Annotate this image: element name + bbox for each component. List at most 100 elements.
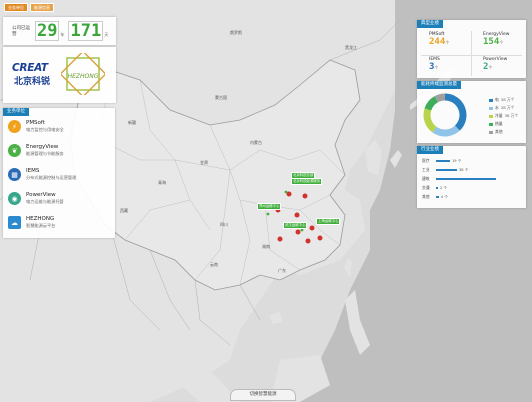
legend-value: 38 万个 bbox=[500, 97, 515, 102]
leaf-icon: ❦ bbox=[8, 144, 21, 157]
terminal-monitoring-panel: 能耗终端监测总量 电 38 万个 水 38 万个 冷量 38 万个 热量 其他 bbox=[417, 81, 526, 143]
days-value: 171 bbox=[68, 21, 104, 41]
map-region-label: 新疆 bbox=[128, 120, 136, 125]
map-region-label: 四川 bbox=[220, 222, 228, 227]
map-site-tag[interactable]: 武汉运维中心 bbox=[283, 222, 308, 229]
pie-panel-title: 能耗终端监测总量 bbox=[417, 81, 461, 89]
tab-business[interactable]: 业务单位 bbox=[4, 3, 28, 12]
divider bbox=[471, 31, 472, 76]
map-site-tag[interactable]: 郑州运维中心 bbox=[257, 203, 282, 210]
map-site-tag[interactable]: 北京科锐能源服务 bbox=[291, 178, 323, 185]
legend-row: 电 38 万个 bbox=[489, 97, 514, 103]
business-panel-title: 业务单位 bbox=[3, 108, 29, 116]
tab-energy-info[interactable]: 能源信息 bbox=[30, 3, 54, 12]
typical-cell-unit: 个 bbox=[445, 40, 450, 45]
legend-swatch bbox=[489, 130, 493, 134]
industry-bar bbox=[436, 196, 439, 198]
cloud-icon: ☁ bbox=[8, 216, 21, 229]
typical-cell-unit: 个 bbox=[499, 40, 504, 45]
industry-results-panel: 行业业绩 医疗 19 个工业 38 个建筑交通 2 个其他 4 个 bbox=[417, 146, 526, 208]
operating-days-panel: 公司已运营 29 年 171 天 bbox=[3, 17, 116, 45]
terminal-donut-chart bbox=[423, 93, 467, 137]
typical-cell-powerview: PowerView 2个 bbox=[483, 57, 507, 72]
business-desc: 电力运维与能源托管 bbox=[26, 199, 64, 204]
industry-row: 医疗 19 个 bbox=[422, 158, 461, 164]
hezhong-logo: HEZHONG bbox=[61, 53, 105, 95]
business-name: HEZHONG bbox=[26, 216, 55, 222]
days-unit: 天 bbox=[104, 32, 109, 37]
legend-label: 水 bbox=[495, 105, 499, 110]
industry-label: 医疗 bbox=[422, 158, 430, 163]
donut-slice-4 bbox=[434, 93, 446, 103]
map-region-label: 西藏 bbox=[120, 208, 128, 213]
legend-swatch bbox=[489, 114, 493, 118]
switch-smart-energy-button[interactable]: 切换智慧能源 bbox=[230, 389, 296, 401]
legend-label: 热量 bbox=[495, 121, 503, 126]
operating-days-label: 公司已运营 bbox=[12, 26, 30, 37]
industry-value: 38 个 bbox=[459, 167, 469, 172]
business-item-iems[interactable]: ▦ IEMS 分布式能源控制与运营管理 bbox=[8, 168, 76, 181]
industry-label: 其他 bbox=[422, 194, 430, 199]
years-value: 29 bbox=[35, 21, 60, 41]
industry-bar bbox=[436, 169, 457, 171]
typical-results-panel: 典型业绩 PMSoft 244个 EnergyView 154个 IEMS 3个… bbox=[417, 20, 526, 78]
business-item-powerview[interactable]: ◉ PowerView 电力运维与能源托管 bbox=[8, 192, 64, 205]
map-region-label: 甘肃 bbox=[200, 160, 208, 165]
grid-icon: ▦ bbox=[8, 168, 21, 181]
business-desc: 能源管理与节能服务 bbox=[26, 151, 64, 156]
business-item-energyview[interactable]: ❦ EnergyView 能源管理与节能服务 bbox=[8, 144, 64, 157]
typical-cell-iems: IEMS 3个 bbox=[429, 57, 440, 72]
typical-panel-title: 典型业绩 bbox=[417, 20, 443, 28]
industry-label: 建筑 bbox=[422, 176, 430, 181]
lightning-icon: ⚡ bbox=[8, 120, 21, 133]
map-region-label: 内蒙古 bbox=[250, 140, 262, 145]
industry-bar bbox=[436, 178, 496, 180]
legend-value: 38 万个 bbox=[500, 105, 515, 110]
industry-bar bbox=[436, 187, 438, 189]
business-name: PMSoft bbox=[26, 120, 45, 126]
industry-row: 建筑 bbox=[422, 176, 496, 182]
business-item-pmsoft[interactable]: ⚡ PMSoft 电力监控与用电安全 bbox=[8, 120, 64, 133]
map-region-label: 广东 bbox=[278, 268, 286, 273]
donut-slice-0 bbox=[444, 93, 467, 131]
eye-icon: ◉ bbox=[8, 192, 21, 205]
typical-cell-pmsoft: PMSoft 244个 bbox=[429, 32, 449, 47]
creat-logo-cn: 北京科锐 bbox=[14, 77, 51, 87]
business-units-panel: 业务单位 ⚡ PMSoft 电力监控与用电安全 ❦ EnergyView 能源管… bbox=[3, 108, 115, 238]
industry-row: 工业 38 个 bbox=[422, 167, 468, 173]
map-region-label: 俄罗斯 bbox=[230, 30, 242, 35]
typical-cell-energyview: EnergyView 154个 bbox=[483, 32, 509, 47]
legend-swatch bbox=[489, 98, 493, 102]
industry-row: 其他 4 个 bbox=[422, 194, 448, 200]
industry-value: 2 个 bbox=[440, 185, 448, 190]
hezhong-logo-text: HEZHONG bbox=[68, 73, 99, 80]
business-desc: 电力监控与用电安全 bbox=[26, 127, 64, 132]
legend-row: 其他 bbox=[489, 129, 503, 135]
donut-slice-1 bbox=[432, 125, 460, 137]
typical-cell-value: 154 bbox=[483, 37, 500, 47]
creat-logo-text: CREAT bbox=[12, 62, 48, 74]
business-item-hezhong[interactable]: ☁ HEZHONG 智慧能源云平台 bbox=[8, 216, 55, 229]
legend-label: 电 bbox=[495, 97, 499, 102]
map-site-tag[interactable]: 上海运维中心 bbox=[316, 218, 341, 225]
business-name: IEMS bbox=[26, 168, 40, 174]
industry-value: 19 个 bbox=[452, 158, 462, 163]
map-region-label: 云南 bbox=[210, 262, 218, 267]
business-desc: 智慧能源云平台 bbox=[26, 223, 56, 228]
industry-row: 交通 2 个 bbox=[422, 185, 447, 191]
company-logo-panel: CREAT 北京科锐 HEZHONG bbox=[3, 47, 116, 103]
map-region-label: 蒙古国 bbox=[215, 95, 227, 100]
industry-value: 4 个 bbox=[440, 194, 448, 199]
legend-label: 冷量 bbox=[495, 113, 503, 118]
legend-row: 冷量 38 万个 bbox=[489, 113, 518, 119]
industry-label: 交通 bbox=[422, 185, 430, 190]
industry-panel-title: 行业业绩 bbox=[417, 146, 443, 154]
legend-label: 其他 bbox=[495, 129, 503, 134]
legend-row: 水 38 万个 bbox=[489, 105, 514, 111]
legend-value: 38 万个 bbox=[504, 113, 519, 118]
typical-cell-value: 244 bbox=[429, 37, 446, 47]
industry-label: 工业 bbox=[422, 167, 430, 172]
typical-cell-unit: 个 bbox=[434, 65, 439, 70]
years-unit: 年 bbox=[60, 32, 65, 37]
map-region-label: 青海 bbox=[158, 180, 166, 185]
